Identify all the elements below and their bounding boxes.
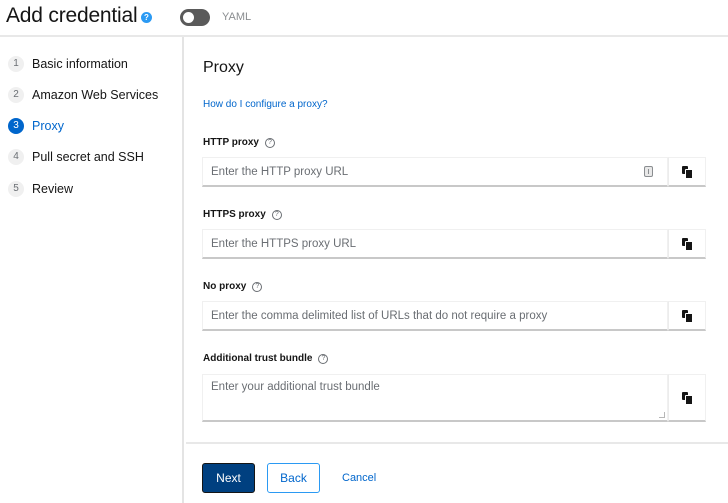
http-proxy-box	[202, 157, 668, 187]
paste-icon	[682, 392, 693, 405]
field-label-text: No proxy	[203, 281, 247, 292]
step-label: Proxy	[32, 119, 64, 133]
help-icon[interactable]: ?	[252, 281, 263, 292]
additional-trust-bundle-textarea[interactable]	[203, 375, 667, 420]
paste-icon	[682, 310, 693, 323]
yaml-toggle-label: YAML	[222, 11, 252, 23]
wizard-step-review[interactable]: 5 Review	[8, 180, 73, 198]
paste-icon	[682, 166, 693, 179]
additional-trust-bundle-label: Additional trust bundle ?	[203, 353, 329, 364]
http-proxy-input[interactable]	[203, 158, 667, 185]
no-proxy-input[interactable]	[203, 302, 667, 329]
step-label: Pull secret and SSH	[32, 150, 144, 164]
page-header: Add credential ? YAML	[0, 0, 728, 37]
step-number: 5	[8, 181, 24, 197]
password-manager-icon[interactable]	[644, 166, 653, 177]
help-icon[interactable]: ?	[264, 137, 275, 148]
http-proxy-label: HTTP proxy ?	[203, 137, 275, 148]
field-label-text: HTTPS proxy	[203, 209, 266, 220]
step-number: 4	[8, 149, 24, 165]
yaml-toggle[interactable]	[180, 9, 210, 26]
configure-proxy-help-link[interactable]: How do I configure a proxy?	[203, 99, 328, 110]
additional-trust-bundle-group	[202, 374, 706, 422]
resize-handle-icon[interactable]	[659, 412, 665, 418]
no-proxy-label: No proxy ?	[203, 281, 263, 292]
http-proxy-group	[202, 157, 706, 187]
https-proxy-paste-button[interactable]	[668, 229, 706, 259]
wizard-footer: Next Back Cancel	[186, 442, 728, 503]
wizard-step-proxy[interactable]: 3 Proxy	[8, 117, 64, 135]
wizard-nav: 1 Basic information 2 Amazon Web Service…	[0, 37, 184, 503]
wizard-step-basic-information[interactable]: 1 Basic information	[8, 55, 128, 73]
step-number: 1	[8, 56, 24, 72]
page-title: Add credential	[6, 4, 138, 27]
wizard-step-pull-secret-and-ssh[interactable]: 4 Pull secret and SSH	[8, 148, 144, 166]
step-number: 2	[8, 87, 24, 103]
wizard-step-amazon-web-services[interactable]: 2 Amazon Web Services	[8, 86, 158, 104]
additional-trust-bundle-box	[202, 374, 668, 422]
https-proxy-box	[202, 229, 668, 259]
help-circle-icon[interactable]: ?	[141, 12, 152, 23]
help-icon[interactable]: ?	[271, 209, 282, 220]
step-label: Review	[32, 182, 73, 196]
help-icon[interactable]: ?	[318, 353, 329, 364]
field-label-text: HTTP proxy	[203, 137, 259, 148]
additional-trust-bundle-paste-button[interactable]	[668, 374, 706, 422]
step-label: Amazon Web Services	[32, 88, 159, 102]
https-proxy-label: HTTPS proxy ?	[203, 209, 282, 220]
no-proxy-paste-button[interactable]	[668, 301, 706, 331]
field-label-text: Additional trust bundle	[203, 353, 313, 364]
wizard-main: Proxy How do I configure a proxy? HTTP p…	[186, 37, 728, 503]
no-proxy-group	[202, 301, 706, 331]
http-proxy-paste-button[interactable]	[668, 157, 706, 187]
section-title: Proxy	[203, 59, 244, 76]
cancel-button[interactable]: Cancel	[336, 463, 382, 493]
paste-icon	[682, 238, 693, 251]
toggle-knob	[183, 12, 194, 23]
next-button[interactable]: Next	[202, 463, 255, 493]
https-proxy-input[interactable]	[203, 230, 667, 257]
step-number: 3	[8, 118, 24, 134]
step-label: Basic information	[32, 57, 128, 71]
no-proxy-box	[202, 301, 668, 331]
back-button[interactable]: Back	[267, 463, 320, 493]
https-proxy-group	[202, 229, 706, 259]
